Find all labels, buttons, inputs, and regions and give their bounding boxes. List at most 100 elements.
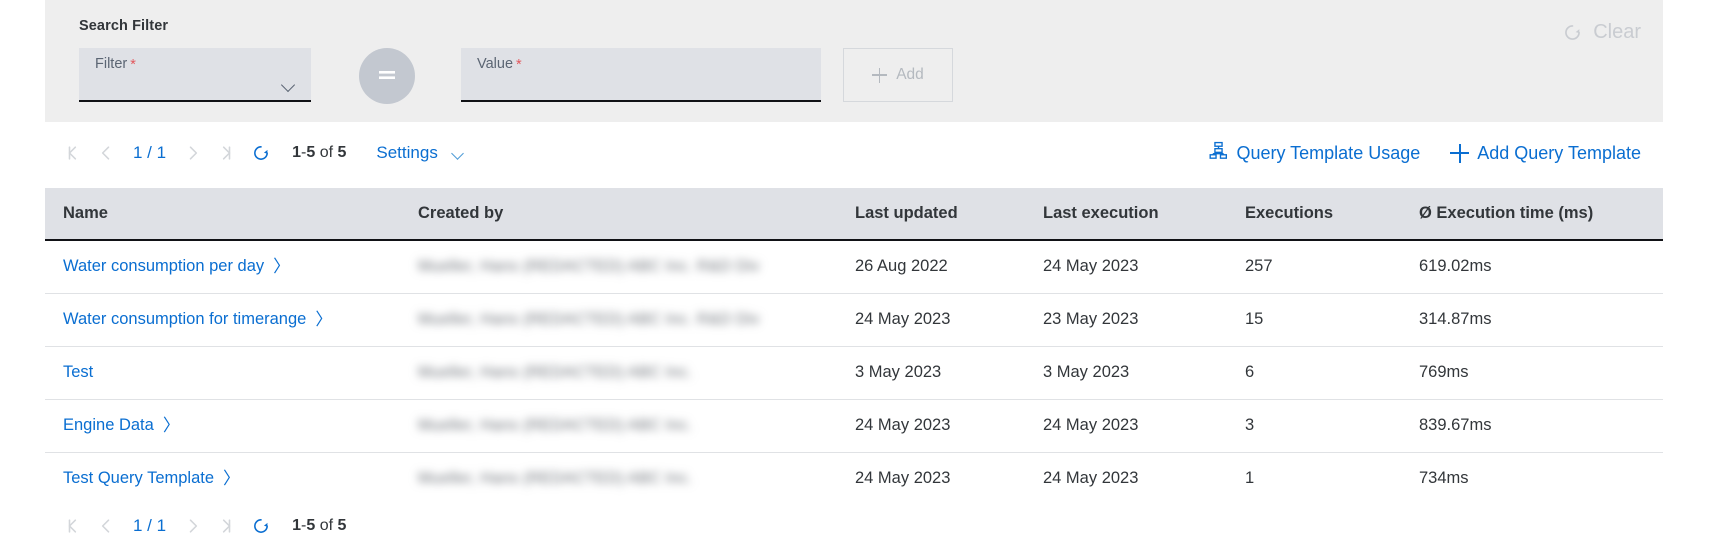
table-row[interactable]: Water consumption for timerange 〉 Mueller,… (45, 293, 1663, 347)
record-count-top: 1-5 of 5 (292, 144, 346, 162)
cell-last-updated: 24 May 2023 (837, 293, 1025, 347)
cell-last-execution: 24 May 2023 (1025, 240, 1227, 294)
previous-page-icon[interactable] (89, 509, 123, 543)
created-by-redacted: Mueller, Hans (REDACTED) ABC Inc. R&D Di… (418, 311, 760, 328)
cell-created-by: Mueller, Hans (REDACTED) ABC Inc. R&D Di… (400, 240, 837, 294)
table-row[interactable]: Engine Data 〉 Mueller, Hans (REDACTED) ABC… (45, 399, 1663, 453)
table-header: Name Created by Last updated Last execut… (45, 188, 1663, 241)
filter-select[interactable]: Filter * (79, 48, 311, 102)
query-template-name: Test Query Template (63, 469, 215, 487)
query-template-link[interactable]: Water consumption per day 〉 (63, 257, 290, 276)
add-filter-button-label: Add (896, 66, 924, 83)
pagination-bottom: 1 / 1 1-5 of 5 (45, 500, 1663, 552)
cell-executions: 6 (1227, 346, 1401, 400)
settings-menu-button[interactable]: Settings (376, 143, 464, 163)
created-by-redacted: Mueller, Hans (REDACTED) ABC Inc. (418, 417, 693, 434)
filter-required-marker: * (130, 57, 136, 73)
column-header-name[interactable]: Name (45, 188, 400, 241)
cell-last-execution: 24 May 2023 (1025, 452, 1227, 506)
hierarchy-icon (1209, 141, 1228, 165)
table-row[interactable]: Test Query Template 〉 Mueller, Hans (REDAC… (45, 452, 1663, 506)
cell-last-updated: 24 May 2023 (837, 452, 1025, 506)
chevron-down-icon (282, 80, 297, 89)
column-header-execution-time[interactable]: Ø Execution time (ms) (1401, 188, 1663, 241)
cell-last-execution: 3 May 2023 (1025, 346, 1227, 400)
cell-executions: 1 (1227, 452, 1401, 506)
cell-name: Test Query Template 〉 (45, 452, 400, 506)
cell-executions: 15 (1227, 293, 1401, 347)
page-indicator-bottom[interactable]: 1 / 1 (123, 516, 176, 536)
next-page-icon[interactable] (176, 136, 210, 170)
refresh-icon[interactable] (244, 136, 278, 170)
go-to-last-page-icon[interactable] (210, 509, 244, 543)
table-row[interactable]: Water consumption per day 〉 Mueller, Hans … (45, 240, 1663, 294)
cell-last-updated: 3 May 2023 (837, 346, 1025, 400)
plus-icon (872, 67, 888, 83)
pagination-bottom-controls: 1 / 1 1-5 of 5 (55, 509, 346, 543)
value-input-label: Value (477, 56, 514, 72)
query-template-list-page: Search Filter Filter * Value * Add Clear… (0, 0, 1713, 555)
range-from-bottom: 1 (292, 517, 301, 534)
reset-icon (1562, 22, 1583, 43)
chevron-right-icon: 〉 (162, 416, 180, 435)
query-template-usage-label: Query Template Usage (1236, 142, 1421, 163)
settings-label: Settings (376, 143, 438, 162)
range-of-bottom: of (319, 517, 334, 534)
cell-created-by: Mueller, Hans (REDACTED) ABC Inc. (400, 399, 837, 453)
go-to-first-page-icon[interactable] (55, 136, 89, 170)
cell-execution-time: 314.87ms (1401, 293, 1663, 347)
add-filter-button[interactable]: Add (843, 48, 953, 102)
query-template-name: Water consumption for timerange (63, 310, 307, 328)
range-from-top: 1 (292, 144, 301, 161)
refresh-icon[interactable] (244, 509, 278, 543)
value-input[interactable]: Value * (461, 48, 821, 102)
query-template-link[interactable]: Test Query Template 〉 (63, 469, 240, 488)
query-template-link[interactable]: Water consumption for timerange 〉 (63, 310, 332, 329)
created-by-redacted: Mueller, Hans (REDACTED) ABC Inc. (418, 470, 693, 487)
range-to-bottom: 5 (306, 517, 316, 534)
cell-name: Water consumption for timerange 〉 (45, 293, 400, 347)
query-template-link[interactable]: Test (63, 363, 93, 382)
query-templates-table-container: Name Created by Last updated Last execut… (45, 188, 1663, 506)
cell-name: Test (45, 346, 400, 400)
next-page-icon[interactable] (176, 509, 210, 543)
cell-last-updated: 26 Aug 2022 (837, 240, 1025, 294)
range-total-bottom: 5 (337, 517, 347, 534)
cell-execution-time: 619.02ms (1401, 240, 1663, 294)
plus-icon (1450, 143, 1470, 163)
search-filter-title: Search Filter (79, 18, 169, 34)
cell-executions: 3 (1227, 399, 1401, 453)
cell-last-execution: 24 May 2023 (1025, 399, 1227, 453)
cell-name: Engine Data 〉 (45, 399, 400, 453)
chevron-right-icon: 〉 (315, 310, 333, 329)
range-of-top: of (319, 144, 334, 161)
query-template-usage-button[interactable]: Query Template Usage (1209, 141, 1420, 165)
table-body: Water consumption per day 〉 Mueller, Hans … (45, 240, 1663, 506)
page-indicator-top[interactable]: 1 / 1 (123, 143, 176, 163)
clear-filter-button[interactable]: Clear (1562, 21, 1641, 44)
cell-executions: 257 (1227, 240, 1401, 294)
column-header-executions[interactable]: Executions (1227, 188, 1401, 241)
previous-page-icon[interactable] (89, 136, 123, 170)
column-header-last-execution[interactable]: Last execution (1025, 188, 1227, 241)
query-template-name: Water consumption per day (63, 257, 265, 276)
go-to-last-page-icon[interactable] (210, 136, 244, 170)
cell-last-execution: 23 May 2023 (1025, 293, 1227, 347)
record-count-bottom: 1-5 of 5 (292, 517, 346, 535)
filter-select-label: Filter (95, 56, 128, 72)
cell-name: Water consumption per day 〉 (45, 240, 400, 294)
created-by-redacted: Mueller, Hans (REDACTED) ABC Inc. (418, 364, 693, 381)
range-total-top: 5 (337, 144, 347, 161)
add-query-template-button[interactable]: Add Query Template (1450, 143, 1641, 164)
query-template-link[interactable]: Engine Data 〉 (63, 416, 180, 435)
search-filter-panel: Search Filter Filter * Value * Add Clear (45, 0, 1663, 122)
table-row[interactable]: Test Mueller, Hans (REDACTED) ABC Inc. 3 M… (45, 346, 1663, 400)
column-header-last-updated[interactable]: Last updated (837, 188, 1025, 241)
query-template-name: Test (63, 363, 94, 381)
equals-icon[interactable] (359, 48, 415, 104)
cell-last-updated: 24 May 2023 (837, 399, 1025, 453)
column-header-created-by[interactable]: Created by (400, 188, 837, 241)
chevron-down-icon (452, 149, 465, 157)
go-to-first-page-icon[interactable] (55, 509, 89, 543)
query-template-name: Engine Data (63, 416, 154, 434)
